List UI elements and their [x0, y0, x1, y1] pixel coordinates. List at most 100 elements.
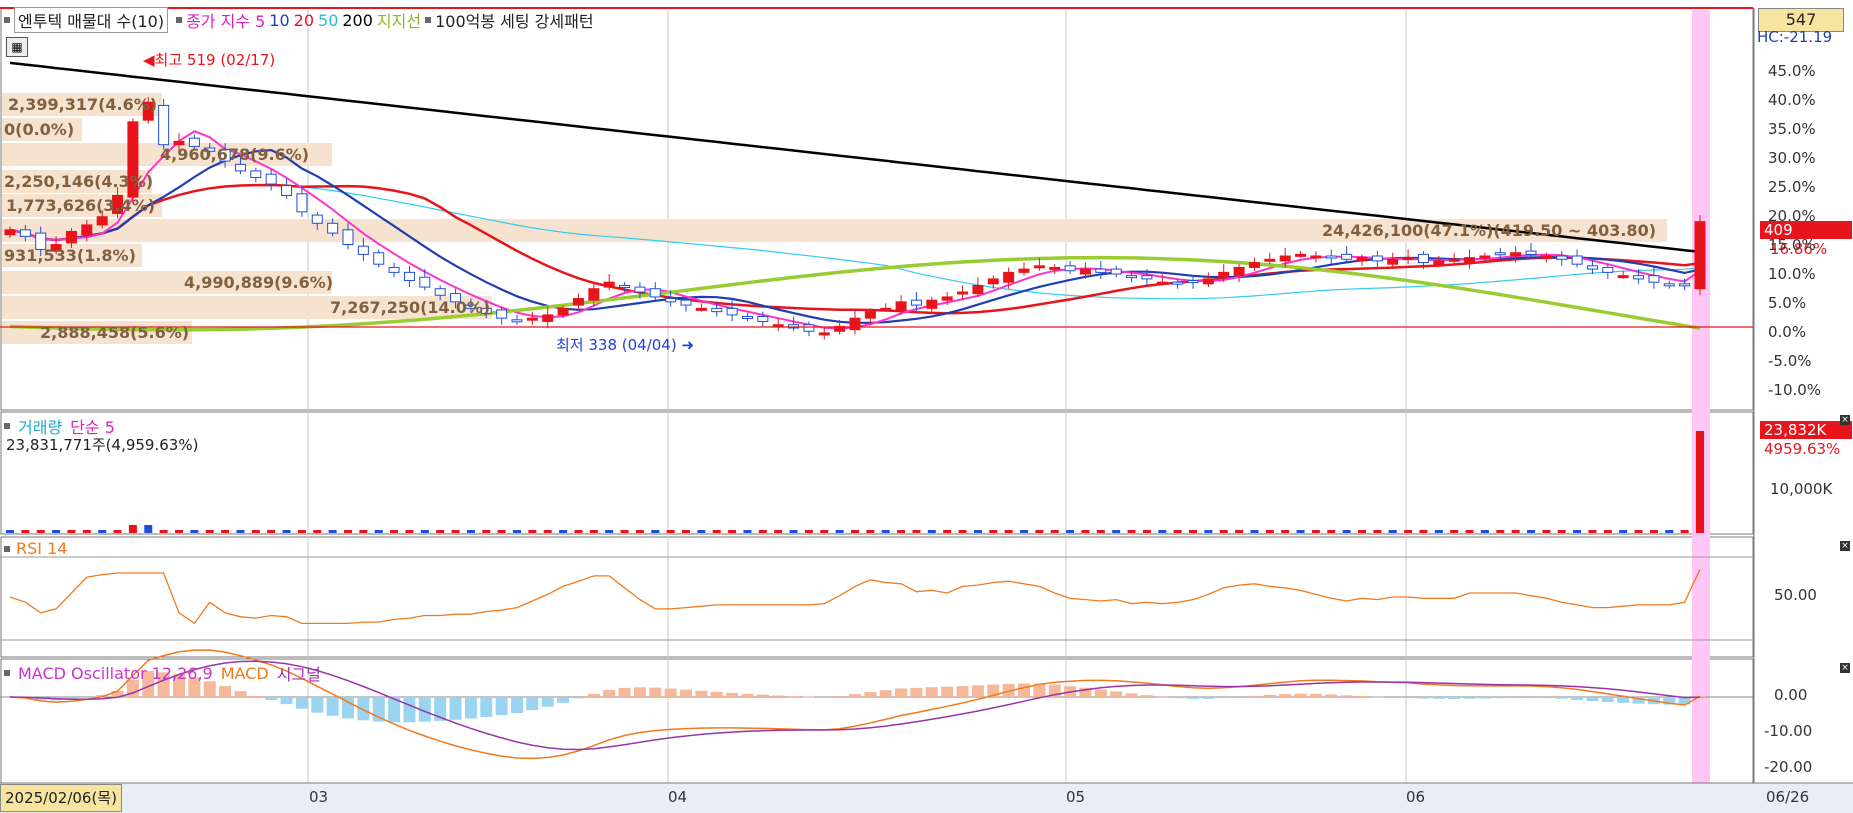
legend-pattern[interactable]: 100억봉 세팅 강세패턴 [435, 8, 593, 32]
macd-osc-bar [756, 694, 769, 697]
vp-label-4: 2,250,146(4.3%) [4, 172, 154, 191]
macd-title[interactable]: MACD Oscillator 12,26,9 [18, 664, 213, 683]
volume-bar [1511, 530, 1520, 533]
volume-bar [820, 530, 829, 533]
volume-bar [1204, 530, 1213, 533]
macd-osc-bar [1478, 697, 1491, 699]
macd-osc-bar [80, 697, 93, 698]
candle-body [1141, 275, 1153, 280]
volume-bar [1189, 530, 1197, 533]
macd-osc-bar [1340, 695, 1353, 697]
macd-osc-bar [925, 687, 938, 697]
macd-osc-bar [495, 697, 508, 716]
candle-body [419, 276, 431, 288]
candle-body [603, 281, 615, 288]
volume-bar [559, 530, 568, 533]
legend-price[interactable]: 종가 지수 5 [186, 8, 265, 32]
candle-body [1633, 275, 1645, 280]
vp-label-9: 7,267,250(14.0%) [330, 298, 491, 317]
legend-square-icon [4, 545, 10, 552]
macd-osc-bar [726, 692, 739, 697]
grid-toggle-icon[interactable]: ▦ [6, 37, 28, 57]
volume-bar [1603, 530, 1612, 533]
volume-bar [1619, 530, 1628, 533]
candle-body [557, 307, 569, 316]
macd-osc-bar [895, 688, 908, 697]
macd-axis-tick-0: 0.00 [1774, 686, 1808, 704]
volume-bar [1434, 530, 1443, 533]
candle-body [1295, 253, 1307, 257]
legend-ma50[interactable]: 50 [318, 11, 338, 30]
candle-body [403, 271, 415, 282]
candle-body [4, 229, 16, 236]
close-icon[interactable]: × [1840, 541, 1850, 551]
macd-axis-tick-2: -20.00 [1764, 758, 1813, 776]
candle-body [327, 222, 339, 234]
macd-osc-bar [1463, 697, 1476, 699]
macd-osc-bar [864, 692, 877, 697]
volume-bar [774, 530, 783, 533]
candle-body [1156, 281, 1168, 285]
macd-osc-bar [971, 685, 984, 697]
price-axis-tick: 40.0% [1768, 91, 1816, 109]
candle-body [158, 104, 170, 146]
candle-body [1325, 255, 1337, 259]
vp-label-10: 2,888,458(5.6%) [40, 323, 190, 342]
volume-bar [712, 530, 721, 533]
volume-current-tag: 23,832K [1760, 421, 1852, 439]
macd-osc-bar [603, 689, 616, 697]
candle-body [1494, 252, 1506, 256]
candle-body [1510, 252, 1522, 257]
legend-support[interactable]: 지지선 [377, 8, 421, 32]
volume-bar [1634, 530, 1643, 533]
volume-bar [374, 530, 383, 533]
volume-bar [1373, 530, 1382, 533]
legend-ma20[interactable]: 20 [294, 11, 314, 30]
volume-bar [651, 530, 660, 533]
candle-body [1433, 260, 1445, 265]
macd-osc-bar [1555, 697, 1568, 699]
volume-bar [605, 530, 614, 533]
signal-label[interactable]: 시그널 [277, 661, 321, 685]
close-icon[interactable]: × [1840, 415, 1850, 425]
stock-indicator-label[interactable]: 엔투텍 매물대 수(10) [14, 7, 169, 33]
candle-body [757, 316, 769, 322]
volume-bar [1542, 530, 1551, 533]
candle-body [1371, 255, 1383, 262]
legend-ma10[interactable]: 10 [269, 11, 289, 30]
candle-body [572, 298, 584, 306]
legend-ma200[interactable]: 200 [342, 11, 373, 30]
close-icon[interactable]: × [1840, 663, 1850, 673]
candle-body [1556, 255, 1568, 260]
macd-osc-bar [1432, 697, 1445, 699]
macd-osc-bar [1356, 695, 1368, 697]
candle-body [1279, 255, 1291, 262]
macd-osc-bar [357, 697, 370, 721]
macd-osc-bar [941, 686, 954, 697]
macd-osc-bar [879, 690, 892, 697]
volume-bar [1388, 530, 1397, 533]
rsi-title[interactable]: RSI 14 [16, 539, 67, 558]
volume-bar [635, 530, 644, 533]
macd-osc-bar [787, 696, 800, 698]
candle-body [1387, 258, 1399, 265]
volume-bar [67, 530, 76, 533]
macd-label[interactable]: MACD [221, 664, 269, 683]
macd-osc-bar [249, 695, 262, 697]
macd-osc-bar [1525, 697, 1537, 698]
macd-osc-bar [695, 690, 708, 697]
volume-value-text: 23,831,771주(4,959.63%) [6, 436, 199, 454]
macd-osc-bar [403, 697, 416, 723]
candle-body [910, 299, 922, 306]
candle-body [803, 324, 815, 332]
candle-body [665, 298, 677, 303]
candle-body [1479, 255, 1491, 259]
volume-bar [128, 525, 137, 533]
chart-canvas[interactable] [0, 0, 1853, 813]
volume-bar [21, 530, 30, 533]
macd-osc-bar [265, 697, 278, 700]
candle-body [634, 286, 646, 293]
legend-square-icon [176, 17, 183, 23]
volume-bar [282, 530, 291, 533]
volume-bar [497, 530, 506, 533]
